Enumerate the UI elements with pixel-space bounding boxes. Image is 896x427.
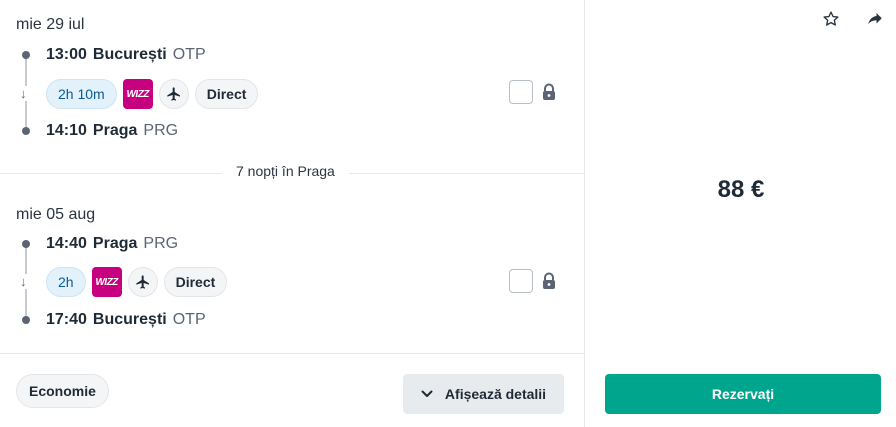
- inbound-flight-chips: 2h WIZZ Direct: [46, 267, 228, 297]
- airline-logo: WIZZ: [91, 267, 122, 297]
- lock-icon: [541, 83, 557, 101]
- outbound-depart-code: OTP: [172, 46, 206, 63]
- cabin-class-badge: Economie: [16, 374, 109, 408]
- share-icon[interactable]: [866, 10, 884, 28]
- footer-divider: [0, 353, 585, 354]
- flight-result-card: mie 29 iul 13:00 București OTP ↓ 2h 10m …: [0, 0, 896, 427]
- inbound-arrival: 17:40 București OTP: [46, 311, 206, 329]
- booking-panel: 88 € Rezervați: [586, 0, 896, 427]
- inbound-departure: 14:40 Praga PRG: [46, 235, 178, 253]
- star-icon[interactable]: [822, 10, 840, 28]
- outbound-duration-badge: 2h 10m: [46, 79, 117, 109]
- airline-logo: WIZZ: [122, 79, 153, 109]
- inbound-arrive-city: București: [92, 311, 167, 328]
- inbound-arrive-dot: [22, 316, 30, 324]
- inbound-date: mie 05 aug: [16, 206, 96, 223]
- outbound-flight-chips: 2h 10m WIZZ Direct: [46, 79, 259, 109]
- inbound-arrive-code: OTP: [172, 311, 206, 328]
- outbound-arrive-dot: [22, 127, 30, 135]
- inbound-select-checkbox[interactable]: [509, 269, 533, 293]
- inbound-stops-badge: Direct: [163, 267, 228, 297]
- inbound-depart-time: 14:40: [46, 235, 87, 252]
- arrow-down-icon: ↓: [20, 86, 27, 101]
- outbound-depart-city: București: [92, 46, 167, 63]
- plane-icon: [158, 79, 189, 109]
- arrow-down-icon: ↓: [20, 274, 27, 289]
- outbound-arrival: 14:10 Praga PRG: [46, 122, 178, 140]
- book-button[interactable]: Rezervați: [605, 374, 881, 414]
- outbound-depart-time: 13:00: [46, 46, 87, 63]
- plane-icon: [127, 267, 158, 297]
- outbound-arrive-time: 14:10: [46, 122, 87, 139]
- outbound-arrive-code: PRG: [143, 122, 179, 139]
- price-label: 88 €: [717, 176, 765, 203]
- outbound-arrive-city: Praga: [92, 122, 138, 139]
- inbound-depart-city: Praga: [92, 235, 138, 252]
- inbound-arrive-time: 17:40: [46, 311, 87, 328]
- show-details-button[interactable]: Afișează detalii: [403, 374, 564, 414]
- lock-icon: [541, 272, 557, 290]
- inbound-duration-badge: 2h: [46, 267, 86, 297]
- chevron-down-icon: [421, 390, 433, 397]
- itinerary-panel: mie 29 iul 13:00 București OTP ↓ 2h 10m …: [0, 0, 585, 427]
- show-details-label: Afișează detalii: [444, 386, 547, 402]
- outbound-select-checkbox[interactable]: [509, 80, 533, 104]
- inbound-depart-dot: [22, 240, 30, 248]
- outbound-departure: 13:00 București OTP: [46, 46, 206, 64]
- outbound-date: mie 29 iul: [16, 16, 85, 33]
- inbound-depart-code: PRG: [143, 235, 179, 252]
- outbound-stops-badge: Direct: [194, 79, 259, 109]
- stay-nights-label: 7 nopți în Praga: [222, 163, 349, 179]
- outbound-depart-dot: [22, 51, 30, 59]
